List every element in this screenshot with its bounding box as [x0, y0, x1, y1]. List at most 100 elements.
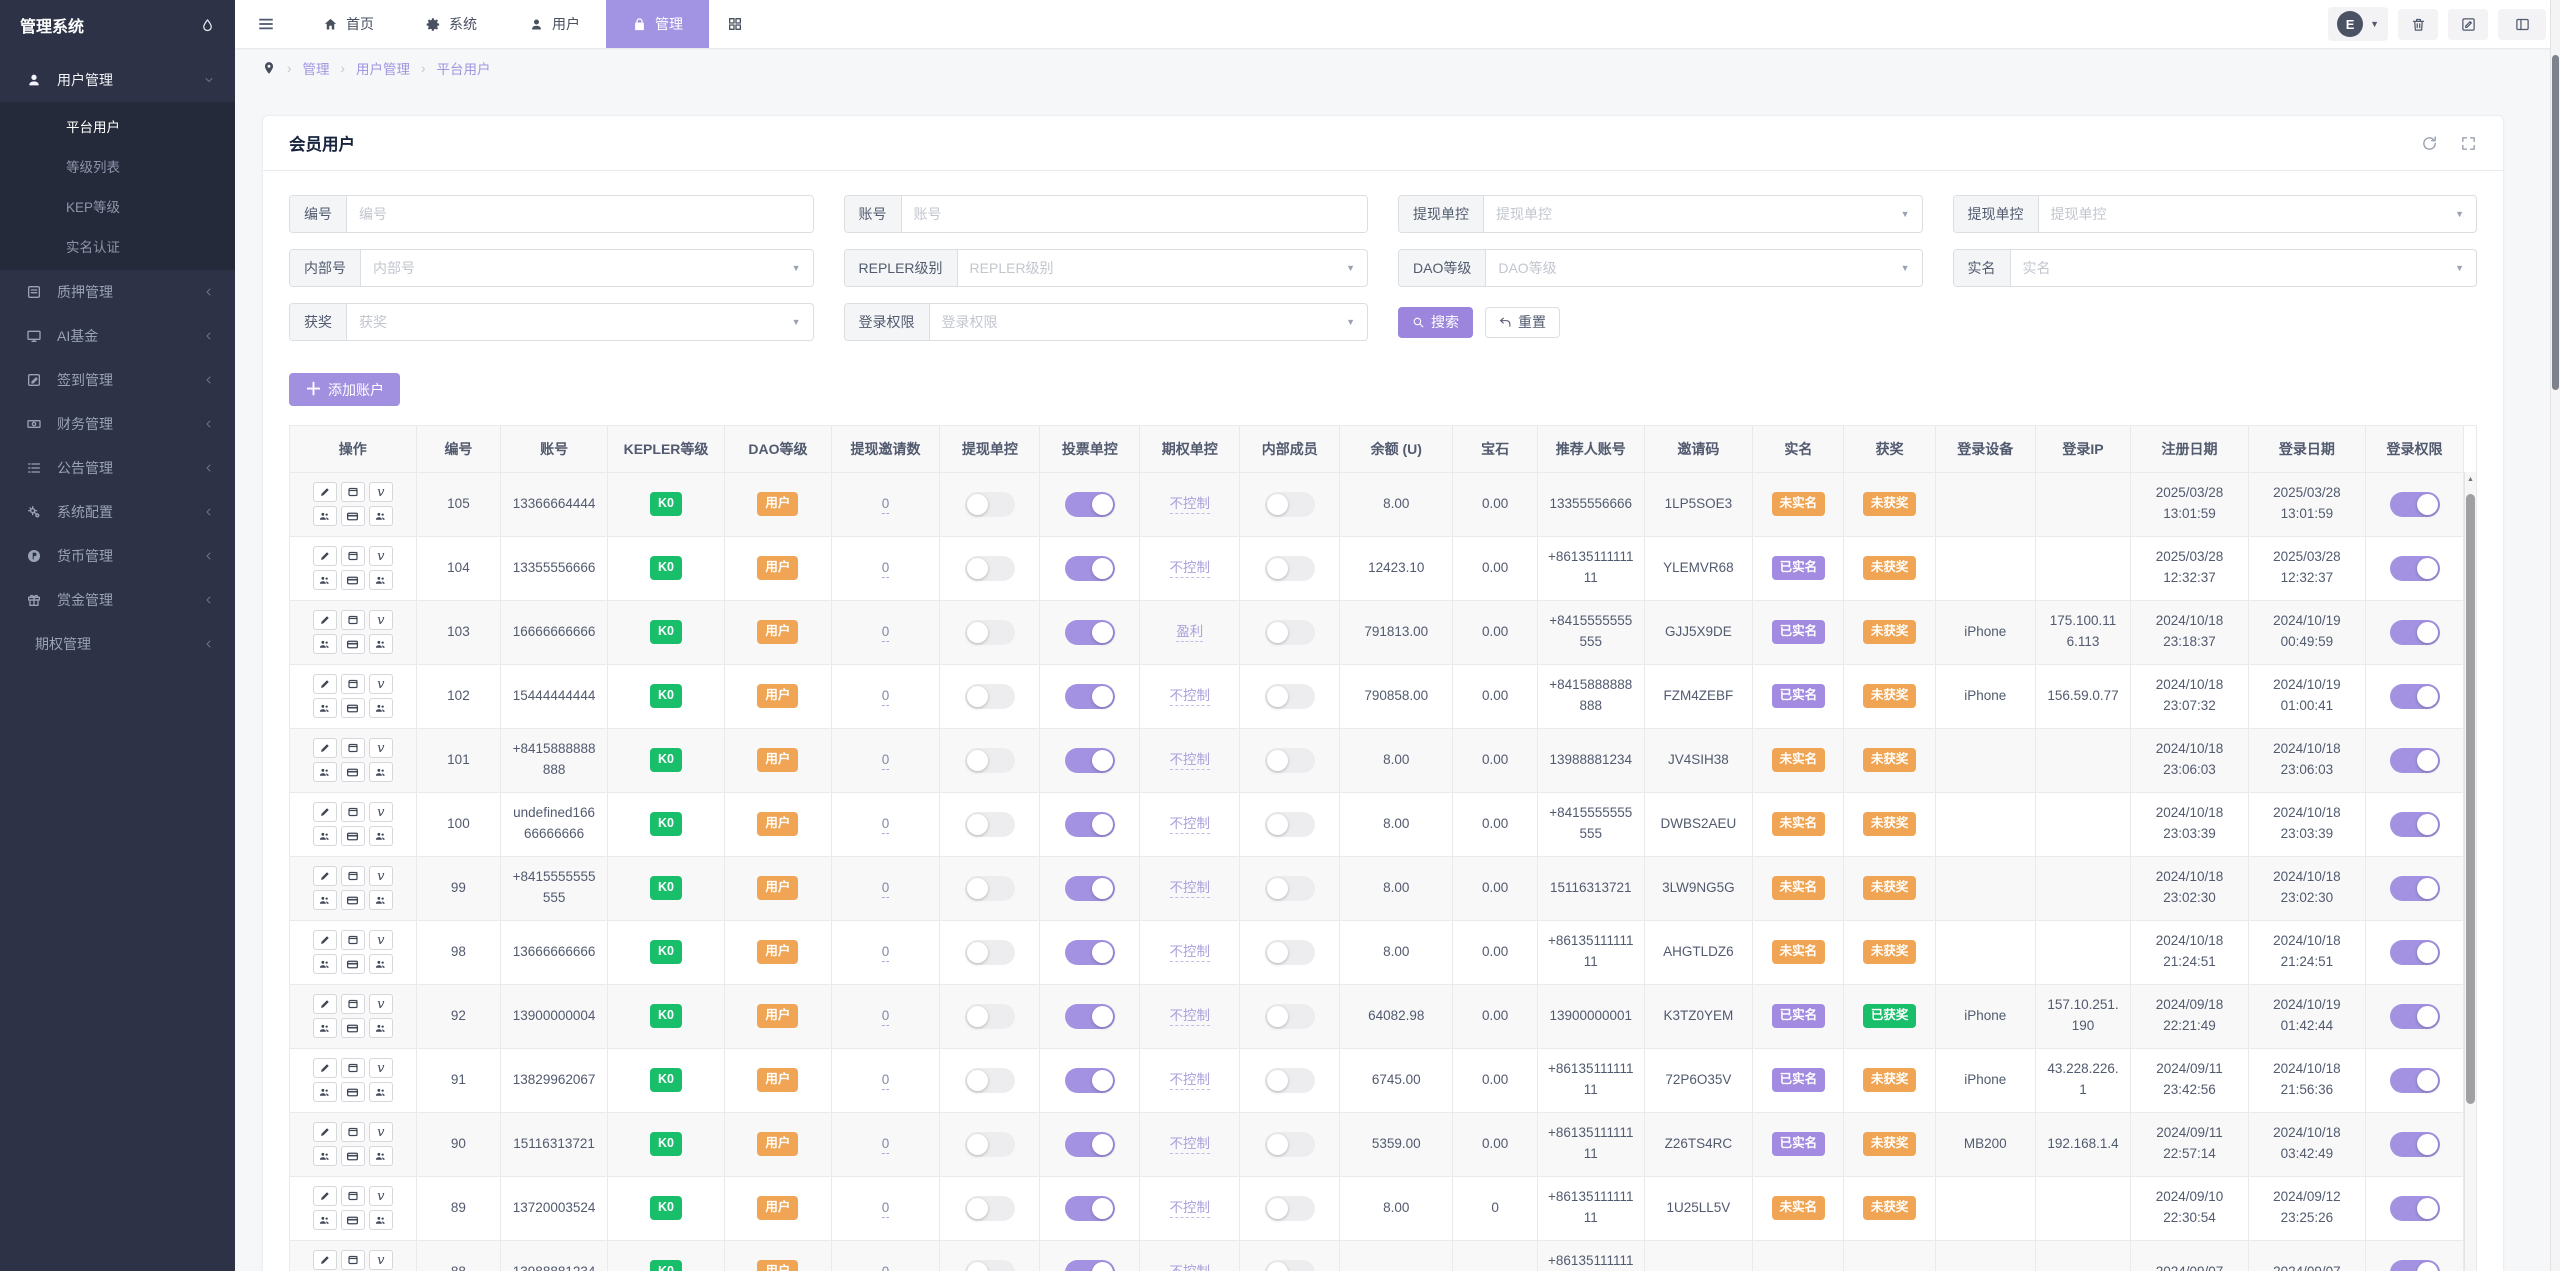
team-action-button[interactable] — [369, 1082, 393, 1102]
refresh-icon[interactable] — [2421, 135, 2438, 152]
card-action-button[interactable] — [341, 826, 365, 846]
v-action-button[interactable]: v — [369, 1250, 393, 1270]
sidebar-item-bounty-mgmt[interactable]: 赏金管理 — [0, 578, 235, 622]
sidebar-item-currency-mgmt[interactable]: 货币管理 — [0, 534, 235, 578]
invite-count-link[interactable]: 0 — [882, 880, 890, 898]
team-action-button[interactable] — [369, 954, 393, 974]
internal-toggle[interactable] — [1265, 556, 1315, 581]
card-action-button[interactable] — [341, 506, 365, 526]
internal-toggle[interactable] — [1265, 812, 1315, 837]
invite-count-link[interactable]: 0 — [882, 1200, 890, 1218]
edit-action-button[interactable] — [313, 930, 337, 950]
v-action-button[interactable]: v — [369, 482, 393, 502]
perm-toggle[interactable] — [2390, 812, 2440, 837]
sidebar-item-finance-mgmt[interactable]: 财务管理 — [0, 402, 235, 446]
withdraw_ctrl-toggle[interactable] — [965, 684, 1015, 709]
card-action-button[interactable] — [341, 1018, 365, 1038]
realname-select[interactable]: 实名▼ — [2011, 250, 2477, 286]
team-action-button[interactable] — [369, 1018, 393, 1038]
team-action-button[interactable] — [313, 506, 337, 526]
window-action-button[interactable] — [341, 1250, 365, 1270]
team-action-button[interactable] — [313, 1146, 337, 1166]
invite-count-link[interactable]: 0 — [882, 944, 890, 962]
sidebar-item-pledge-mgmt[interactable]: 质押管理 — [0, 270, 235, 314]
sidebar-item-realname-auth[interactable]: 实名认证 — [0, 226, 235, 266]
edit-action-button[interactable] — [313, 546, 337, 566]
perm-toggle[interactable] — [2390, 1004, 2440, 1029]
option-control-link[interactable]: 不控制 — [1170, 1008, 1211, 1026]
option-control-link[interactable]: 不控制 — [1170, 496, 1211, 514]
option-control-link[interactable]: 不控制 — [1170, 560, 1211, 578]
team-action-button[interactable] — [369, 826, 393, 846]
user-menu-button[interactable]: E ▼ — [2328, 7, 2388, 41]
reset-button[interactable]: 重置 — [1485, 307, 1560, 338]
layout-button[interactable] — [2498, 9, 2546, 40]
v-action-button[interactable]: v — [369, 546, 393, 566]
perm-toggle[interactable] — [2390, 684, 2440, 709]
vote_ctrl-toggle[interactable] — [1065, 684, 1115, 709]
option-control-link[interactable]: 不控制 — [1170, 1264, 1211, 1271]
withdraw_ctrl-toggle[interactable] — [965, 812, 1015, 837]
option-control-link[interactable]: 盈利 — [1176, 624, 1203, 642]
sidebar-item-kep-level[interactable]: KEP等级 — [0, 186, 235, 226]
team-action-button[interactable] — [313, 634, 337, 654]
v-action-button[interactable]: v — [369, 610, 393, 630]
card-action-button[interactable] — [341, 890, 365, 910]
card-action-button[interactable] — [341, 634, 365, 654]
team-action-button[interactable] — [313, 826, 337, 846]
invite-count-link[interactable]: 0 — [882, 560, 890, 578]
edit-action-button[interactable] — [313, 1122, 337, 1142]
card-action-button[interactable] — [341, 954, 365, 974]
team-action-button[interactable] — [313, 954, 337, 974]
sidebar-item-options-mgmt[interactable]: 期权管理 — [0, 622, 235, 666]
withdraw_ctrl-toggle[interactable] — [965, 1004, 1015, 1029]
option-control-link[interactable]: 不控制 — [1170, 752, 1211, 770]
v-action-button[interactable]: v — [369, 1122, 393, 1142]
v-action-button[interactable]: v — [369, 674, 393, 694]
vote_ctrl-toggle[interactable] — [1065, 620, 1115, 645]
team-action-button[interactable] — [313, 1018, 337, 1038]
window-action-button[interactable] — [341, 994, 365, 1014]
v-action-button[interactable]: v — [369, 994, 393, 1014]
perm-toggle[interactable] — [2390, 1068, 2440, 1093]
vote_ctrl-toggle[interactable] — [1065, 556, 1115, 581]
option-control-link[interactable]: 不控制 — [1170, 1072, 1211, 1090]
v-action-button[interactable]: v — [369, 930, 393, 950]
withdraw_ctrl-toggle[interactable] — [965, 876, 1015, 901]
option-control-link[interactable]: 不控制 — [1170, 1200, 1211, 1218]
sidebar-item-level-list[interactable]: 等级列表 — [0, 146, 235, 186]
edit-action-button[interactable] — [313, 1250, 337, 1270]
option-control-link[interactable]: 不控制 — [1170, 944, 1211, 962]
v-action-button[interactable]: v — [369, 1058, 393, 1078]
sidebar-item-notice-mgmt[interactable]: 公告管理 — [0, 446, 235, 490]
window-action-button[interactable] — [341, 802, 365, 822]
add-account-button[interactable]: ＋ 添加账户 — [289, 373, 400, 406]
v-action-button[interactable]: v — [369, 1186, 393, 1206]
internal-toggle[interactable] — [1265, 940, 1315, 965]
nav-tab-users[interactable]: 用户 — [503, 0, 606, 48]
vote_ctrl-toggle[interactable] — [1065, 812, 1115, 837]
login-perm-select[interactable]: 登录权限▼ — [930, 304, 1368, 340]
perm-toggle[interactable] — [2390, 940, 2440, 965]
fullscreen-icon[interactable] — [2460, 135, 2477, 152]
window-action-button[interactable] — [341, 482, 365, 502]
window-action-button[interactable] — [341, 674, 365, 694]
withdraw_ctrl-toggle[interactable] — [965, 492, 1015, 517]
dao-level-select[interactable]: DAO等级▼ — [1486, 250, 1921, 286]
withdraw-control-select[interactable]: 提现单控▼ — [1484, 196, 1922, 232]
v-action-button[interactable]: v — [369, 866, 393, 886]
team-action-button[interactable] — [369, 890, 393, 910]
team-action-button[interactable] — [369, 1210, 393, 1230]
team-action-button[interactable] — [313, 1210, 337, 1230]
perm-toggle[interactable] — [2390, 620, 2440, 645]
repler-level-select[interactable]: REPLER级别▼ — [958, 250, 1367, 286]
withdraw-control-select-2[interactable]: 提现单控▼ — [2039, 196, 2477, 232]
card-action-button[interactable] — [341, 1082, 365, 1102]
team-action-button[interactable] — [313, 698, 337, 718]
scroll-up-icon[interactable]: ▲ — [2465, 472, 2476, 486]
internal-toggle[interactable] — [1265, 1196, 1315, 1221]
withdraw_ctrl-toggle[interactable] — [965, 1260, 1015, 1271]
vote_ctrl-toggle[interactable] — [1065, 1068, 1115, 1093]
team-action-button[interactable] — [313, 570, 337, 590]
window-action-button[interactable] — [341, 1058, 365, 1078]
